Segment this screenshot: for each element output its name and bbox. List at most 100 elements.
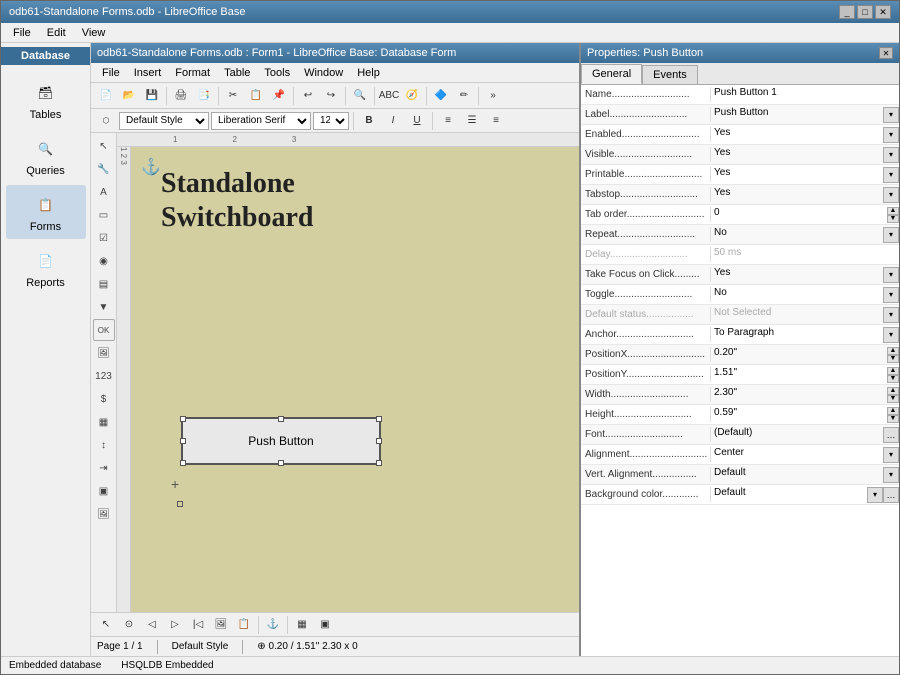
open-btn[interactable]: 📂 xyxy=(118,85,140,107)
form-btn[interactable]: 🔷 xyxy=(430,85,452,107)
prop-spinner-down-13[interactable]: ▼ xyxy=(887,355,899,363)
bottom-first-btn[interactable]: |◁ xyxy=(187,614,209,636)
prop-dropdown-btn-2[interactable]: ▾ xyxy=(883,133,899,143)
handle-ml[interactable] xyxy=(180,438,186,444)
italic-btn[interactable]: I xyxy=(382,110,404,132)
prop-spinner-up-14[interactable]: ▲ xyxy=(887,367,899,375)
bottom-anchor-btn[interactable]: ⚓ xyxy=(262,614,284,636)
font-select[interactable]: Liberation Serif xyxy=(211,112,311,130)
bottom-frame-btn[interactable]: ▣ xyxy=(314,614,336,636)
label-btn[interactable]: A xyxy=(93,181,115,203)
inner-menu-help[interactable]: Help xyxy=(350,65,387,81)
style-select[interactable]: Default Style xyxy=(119,112,209,130)
menu-file[interactable]: File xyxy=(5,25,39,41)
handle-bm[interactable] xyxy=(278,460,284,466)
inner-menu-format[interactable]: Format xyxy=(168,65,217,81)
prop-spinner-up-13[interactable]: ▲ xyxy=(887,347,899,355)
handle-mr[interactable] xyxy=(376,438,382,444)
new-btn[interactable]: 📄 xyxy=(95,85,117,107)
size-select[interactable]: 12 xyxy=(313,112,349,130)
inner-menu-table[interactable]: Table xyxy=(217,65,257,81)
print-btn[interactable]: 🖨 xyxy=(170,85,192,107)
text-field-btn[interactable]: ▭ xyxy=(93,204,115,226)
bottom-tab-btn[interactable]: ⊙ xyxy=(118,614,140,636)
control-wizard-btn[interactable]: 🔧 xyxy=(93,158,115,180)
inner-menu-tools[interactable]: Tools xyxy=(257,65,297,81)
prop-dropdown-btn-5[interactable]: ▾ xyxy=(883,187,899,203)
prop-dropdown-btn-20[interactable]: ▾ xyxy=(867,487,883,503)
radio-btn[interactable]: ◉ xyxy=(93,250,115,272)
pdf-btn[interactable]: 📑 xyxy=(193,85,215,107)
checkbox-btn[interactable]: ☑ xyxy=(93,227,115,249)
prop-dropdown-btn-9[interactable]: ▾ xyxy=(883,267,899,283)
sidebar-item-queries[interactable]: 🔍 Queries xyxy=(6,129,86,183)
prop-dropdown-btn-4[interactable]: ▾ xyxy=(883,167,899,183)
bottom-select-btn[interactable]: ↖ xyxy=(95,614,117,636)
align-right-btn[interactable]: ≡ xyxy=(485,110,507,132)
bottom-nav2-btn[interactable]: ▷ xyxy=(164,614,186,636)
inner-menu-window[interactable]: Window xyxy=(297,65,350,81)
prop-spinner-down-15[interactable]: ▼ xyxy=(887,395,899,403)
prop-dropdown-btn-18[interactable]: ▾ xyxy=(883,447,899,463)
align-center-btn[interactable]: ☰ xyxy=(461,110,483,132)
prop-dropdown-btn-11[interactable]: ▾ xyxy=(883,307,899,323)
formatted-field-btn[interactable]: 123 xyxy=(93,365,115,387)
image-control-btn[interactable]: 🖼 xyxy=(93,503,115,525)
align-left-btn[interactable]: ≡ xyxy=(437,110,459,132)
image-btn[interactable]: 🖼 xyxy=(93,342,115,364)
more-btn[interactable]: » xyxy=(482,85,504,107)
prop-dropdown-btn-19[interactable]: ▾ xyxy=(883,467,899,483)
underline-btn[interactable]: U xyxy=(406,110,428,132)
find-btn[interactable]: 🔍 xyxy=(349,85,371,107)
bottom-nav-btn[interactable]: ◁ xyxy=(141,614,163,636)
spell-btn[interactable]: ABC xyxy=(378,85,400,107)
group-btn[interactable]: ▣ xyxy=(93,480,115,502)
outer-maximize-btn[interactable]: □ xyxy=(857,5,873,19)
prop-dropdown-btn-10[interactable]: ▾ xyxy=(883,287,899,303)
navigator-btn[interactable]: 🧭 xyxy=(401,85,423,107)
prop-spinner-up-16[interactable]: ▲ xyxy=(887,407,899,415)
prop-spinner-down-14[interactable]: ▼ xyxy=(887,375,899,383)
push-button-tool[interactable]: OK xyxy=(93,319,115,341)
inner-menu-file[interactable]: File xyxy=(95,65,127,81)
handle-br[interactable] xyxy=(376,460,382,466)
sidebar-item-tables[interactable]: 🗃 Tables xyxy=(6,73,86,127)
prop-dropdown-btn-12[interactable]: ▾ xyxy=(883,327,899,343)
save-btn[interactable]: 💾 xyxy=(141,85,163,107)
redo-btn[interactable]: ↪ xyxy=(320,85,342,107)
paste-btn[interactable]: 📌 xyxy=(268,85,290,107)
undo-btn[interactable]: ↩ xyxy=(297,85,319,107)
cut-btn[interactable]: ✂ xyxy=(222,85,244,107)
tab-order-btn[interactable]: ⇥ xyxy=(93,457,115,479)
bottom-form-btn[interactable]: 📋 xyxy=(233,614,255,636)
sidebar-item-reports[interactable]: 📄 Reports xyxy=(6,241,86,295)
bottom-img-btn[interactable]: 🖼 xyxy=(210,614,232,636)
sidebar-item-forms[interactable]: 📋 Forms xyxy=(6,185,86,239)
scrollbar-tool-btn[interactable]: ↕ xyxy=(93,434,115,456)
bold-btn[interactable]: B xyxy=(358,110,380,132)
push-button-control[interactable]: Push Button xyxy=(181,417,381,465)
prop-spinner-down-6[interactable]: ▼ xyxy=(887,215,899,223)
prop-dropdown-btn-7[interactable]: ▾ xyxy=(883,227,899,243)
outer-minimize-btn[interactable]: _ xyxy=(839,5,855,19)
prop-dropdown-btn-3[interactable]: ▾ xyxy=(883,147,899,163)
prop-spinner-up-6[interactable]: ▲ xyxy=(887,207,899,215)
bottom-wrap-btn[interactable]: ▦ xyxy=(291,614,313,636)
inner-menu-insert[interactable]: Insert xyxy=(127,65,169,81)
handle-tr[interactable] xyxy=(376,416,382,422)
copy-btn[interactable]: 📋 xyxy=(245,85,267,107)
handle-bl[interactable] xyxy=(180,460,186,466)
list-box-btn[interactable]: ▤ xyxy=(93,273,115,295)
menu-view[interactable]: View xyxy=(74,25,114,41)
outer-close-btn[interactable]: ✕ xyxy=(875,5,891,19)
handle-tl[interactable] xyxy=(180,416,186,422)
prop-ellipsis-btn-20[interactable]: … xyxy=(883,487,899,503)
prop-spinner-up-15[interactable]: ▲ xyxy=(887,387,899,395)
handle-tm[interactable] xyxy=(278,416,284,422)
select-tool-btn[interactable]: ↖ xyxy=(93,135,115,157)
combo-box-btn[interactable]: ▼ xyxy=(93,296,115,318)
design-btn[interactable]: ✏ xyxy=(453,85,475,107)
prop-spinner-down-16[interactable]: ▼ xyxy=(887,415,899,423)
currency-btn[interactable]: $ xyxy=(93,388,115,410)
prop-ellipsis-btn-17[interactable]: … xyxy=(883,427,899,443)
